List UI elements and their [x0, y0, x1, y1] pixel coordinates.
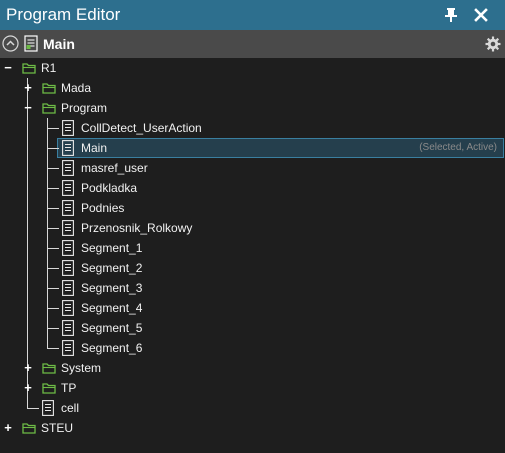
tree-item-label: masref_user — [81, 161, 148, 175]
tree-item-label: TP — [61, 381, 77, 395]
collapse-icon[interactable]: − — [1, 58, 15, 78]
tree-item-steu[interactable]: + STEU — [0, 418, 505, 438]
tree-item-label: Segment_4 — [81, 301, 143, 315]
tree-item-segment-1[interactable]: Segment_1 — [0, 238, 505, 258]
tree-item-podnies[interactable]: Podnies — [0, 198, 505, 218]
program-tree: (Selected, Active) − R1 + Mada − Program CollD… — [0, 58, 505, 453]
close-icon[interactable] — [472, 6, 490, 24]
tree-item-segment-6[interactable]: Segment_6 — [0, 338, 505, 358]
folder-icon — [22, 62, 36, 74]
document-icon — [62, 200, 74, 216]
tree-item-masref-user[interactable]: masref_user — [0, 158, 505, 178]
tree-item-label: Main — [81, 141, 108, 155]
folder-icon — [42, 82, 56, 94]
collapse-circle-icon[interactable] — [2, 35, 19, 52]
header-title: Main — [43, 36, 75, 52]
document-icon — [42, 400, 54, 416]
folder-icon — [42, 382, 56, 394]
tree-item-label: Podnies — [81, 201, 125, 215]
tree-item-label: Segment_3 — [81, 281, 143, 295]
expand-icon[interactable]: + — [21, 378, 35, 398]
tree-item-przenosnik-rolkowy[interactable]: Przenosnik_Rolkowy — [0, 218, 505, 238]
tree-item-segment-4[interactable]: Segment_4 — [0, 298, 505, 318]
document-icon — [62, 140, 74, 156]
gear-icon[interactable] — [484, 35, 502, 53]
folder-icon — [42, 362, 56, 374]
tree-item-r1[interactable]: − R1 — [0, 58, 505, 78]
tree-item-mada[interactable]: + Mada — [0, 78, 505, 98]
folder-icon — [42, 102, 56, 114]
expand-icon[interactable]: + — [21, 358, 35, 378]
tree-item-label: CollDetect_UserAction — [81, 121, 202, 135]
document-icon — [24, 35, 38, 52]
expand-icon[interactable]: + — [1, 418, 15, 438]
document-icon — [62, 240, 74, 256]
editor-header: Main — [0, 30, 505, 58]
expand-icon[interactable]: + — [21, 78, 35, 98]
tree-item-label: Segment_2 — [81, 261, 143, 275]
tree-item-segment-3[interactable]: Segment_3 — [0, 278, 505, 298]
document-icon — [62, 160, 74, 176]
pin-icon[interactable] — [442, 6, 460, 24]
document-icon — [62, 120, 74, 136]
tree-item-label: Mada — [61, 81, 92, 95]
tree-item-cell[interactable]: cell — [0, 398, 505, 418]
tree-item-system[interactable]: + System — [0, 358, 505, 378]
tree-item-tp[interactable]: + TP — [0, 378, 505, 398]
tree-item-podkladka[interactable]: Podkladka — [0, 178, 505, 198]
window-title: Program Editor — [6, 5, 121, 24]
document-icon — [62, 300, 74, 316]
tree-item-label: Segment_1 — [81, 241, 143, 255]
document-icon — [62, 280, 74, 296]
tree-item-colldetect-useraction[interactable]: CollDetect_UserAction — [0, 118, 505, 138]
tree-item-label: Program — [61, 101, 108, 115]
document-icon — [62, 260, 74, 276]
collapse-icon[interactable]: − — [21, 98, 35, 118]
tree-item-label: System — [61, 361, 102, 375]
tree-item-segment-5[interactable]: Segment_5 — [0, 318, 505, 338]
tree-item-label: Segment_6 — [81, 341, 143, 355]
title-bar: Program Editor — [0, 0, 505, 30]
tree-item-segment-2[interactable]: Segment_2 — [0, 258, 505, 278]
document-icon — [62, 340, 74, 356]
document-icon — [62, 180, 74, 196]
tree-item-label: Przenosnik_Rolkowy — [81, 221, 193, 235]
tree-item-label: STEU — [41, 421, 74, 435]
tree-item-label: Segment_5 — [81, 321, 143, 335]
tree-item-label: Podkladka — [81, 181, 138, 195]
tree-item-program[interactable]: − Program — [0, 98, 505, 118]
folder-icon — [22, 422, 36, 434]
document-icon — [62, 320, 74, 336]
tree-item-main[interactable]: Main — [0, 138, 505, 158]
tree-item-label: cell — [61, 401, 80, 415]
document-icon — [62, 220, 74, 236]
tree-item-label: R1 — [41, 61, 57, 75]
